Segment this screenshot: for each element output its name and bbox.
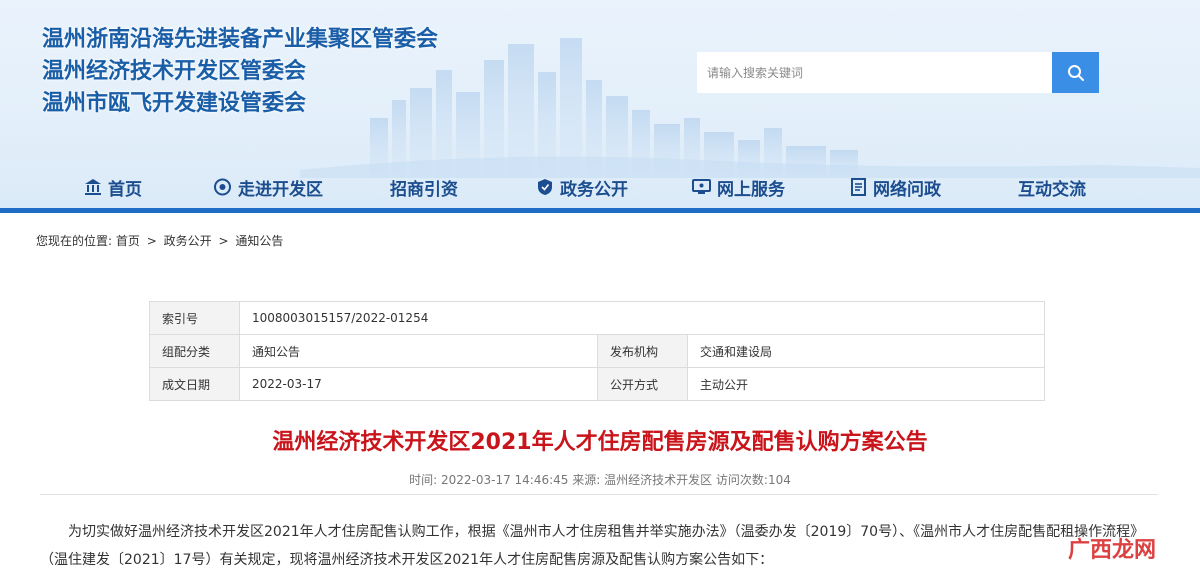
site-header: 温州浙南沿海先进装备产业集聚区管委会 温州经济技术开发区管委会 温州市瓯飞开发建… [0,0,1200,210]
breadcrumb-notices[interactable]: 通知公告 [235,234,283,248]
nav-item-about[interactable]: 走进开发区 [213,170,323,204]
breadcrumb-home[interactable]: 首页 [116,234,140,248]
nav-item-home[interactable]: 首页 [84,170,142,204]
publisher-value: 交通和建设局 [687,334,1045,368]
nav-item-home-label: 首页 [108,179,142,200]
eye-icon [214,178,231,196]
document-icon [851,178,866,196]
open-method-value: 主动公开 [687,367,1045,401]
publisher-label: 发布机构 [597,334,688,368]
monitor-icon [692,179,711,194]
site-title-1: 温州浙南沿海先进装备产业集聚区管委会 [42,27,439,52]
date-label: 成文日期 [149,367,240,401]
search-input[interactable] [697,52,1052,93]
breadcrumb-prefix: 您现在的位置: [36,234,113,248]
nav-item-gov-affairs-label: 政务公开 [560,179,628,200]
search-button[interactable] [1052,52,1099,93]
shield-icon [538,179,552,195]
breadcrumb: 您现在的位置: 首页 > 政务公开 > 通知公告 [36,232,283,249]
breadcrumb-gov-affairs[interactable]: 政务公开 [164,234,212,248]
index-label: 索引号 [149,301,240,335]
nav-underline [0,208,1200,213]
bank-icon [85,179,101,195]
category-label: 组配分类 [149,334,240,368]
index-value: 1008003015157/2022-01254 [239,301,1045,335]
main-nav: 首页 走进开发区 招商引资 政务公开 网上服务 网络问政 互动交流 [0,170,1200,204]
watermark-logo: 广西龙网 [1068,538,1157,563]
site-title-3: 温州市瓯飞开发建设管委会 [42,91,307,116]
nav-item-online-inquiry-label: 网络问政 [873,179,941,200]
nav-item-online-service-label: 网上服务 [717,179,785,200]
table-row: 索引号 1008003015157/2022-01254 [149,301,1045,335]
nav-item-interaction-label: 互动交流 [1018,179,1086,200]
article-divider [40,494,1158,495]
nav-item-investment[interactable]: 招商引资 [390,170,458,204]
search-icon [1067,64,1084,81]
breadcrumb-separator: > [218,234,229,248]
nav-item-investment-label: 招商引资 [390,179,458,200]
breadcrumb-separator: > [146,234,157,248]
nav-item-about-label: 走进开发区 [238,179,323,200]
open-method-label: 公开方式 [597,367,688,401]
nav-item-interaction[interactable]: 互动交流 [1018,170,1086,204]
category-value: 通知公告 [239,334,598,368]
site-title-2: 温州经济技术开发区管委会 [42,59,307,84]
site-titles: 温州浙南沿海先进装备产业集聚区管委会 温州经济技术开发区管委会 温州市瓯飞开发建… [42,24,438,120]
document-info-table: 索引号 1008003015157/2022-01254 组配分类 通知公告 发… [149,301,1045,401]
nav-item-gov-affairs[interactable]: 政务公开 [536,170,628,204]
search-bar [697,52,1099,93]
table-row: 成文日期 2022-03-17 公开方式 主动公开 [149,367,1045,401]
nav-item-online-inquiry[interactable]: 网络问政 [850,170,941,204]
nav-item-online-service[interactable]: 网上服务 [692,170,785,204]
article-title: 温州经济技术开发区2021年人才住房配售房源及配售认购方案公告 [272,430,928,455]
table-row: 组配分类 通知公告 发布机构 交通和建设局 [149,334,1045,368]
date-value: 2022-03-17 [239,367,598,401]
article-meta: 时间: 2022-03-17 14:46:45 来源: 温州经济技术开发区 访问… [409,473,791,487]
article-body: 为切实做好温州经济技术开发区2021年人才住房配售认购工作，根据《温州市人才住房… [40,524,1145,568]
